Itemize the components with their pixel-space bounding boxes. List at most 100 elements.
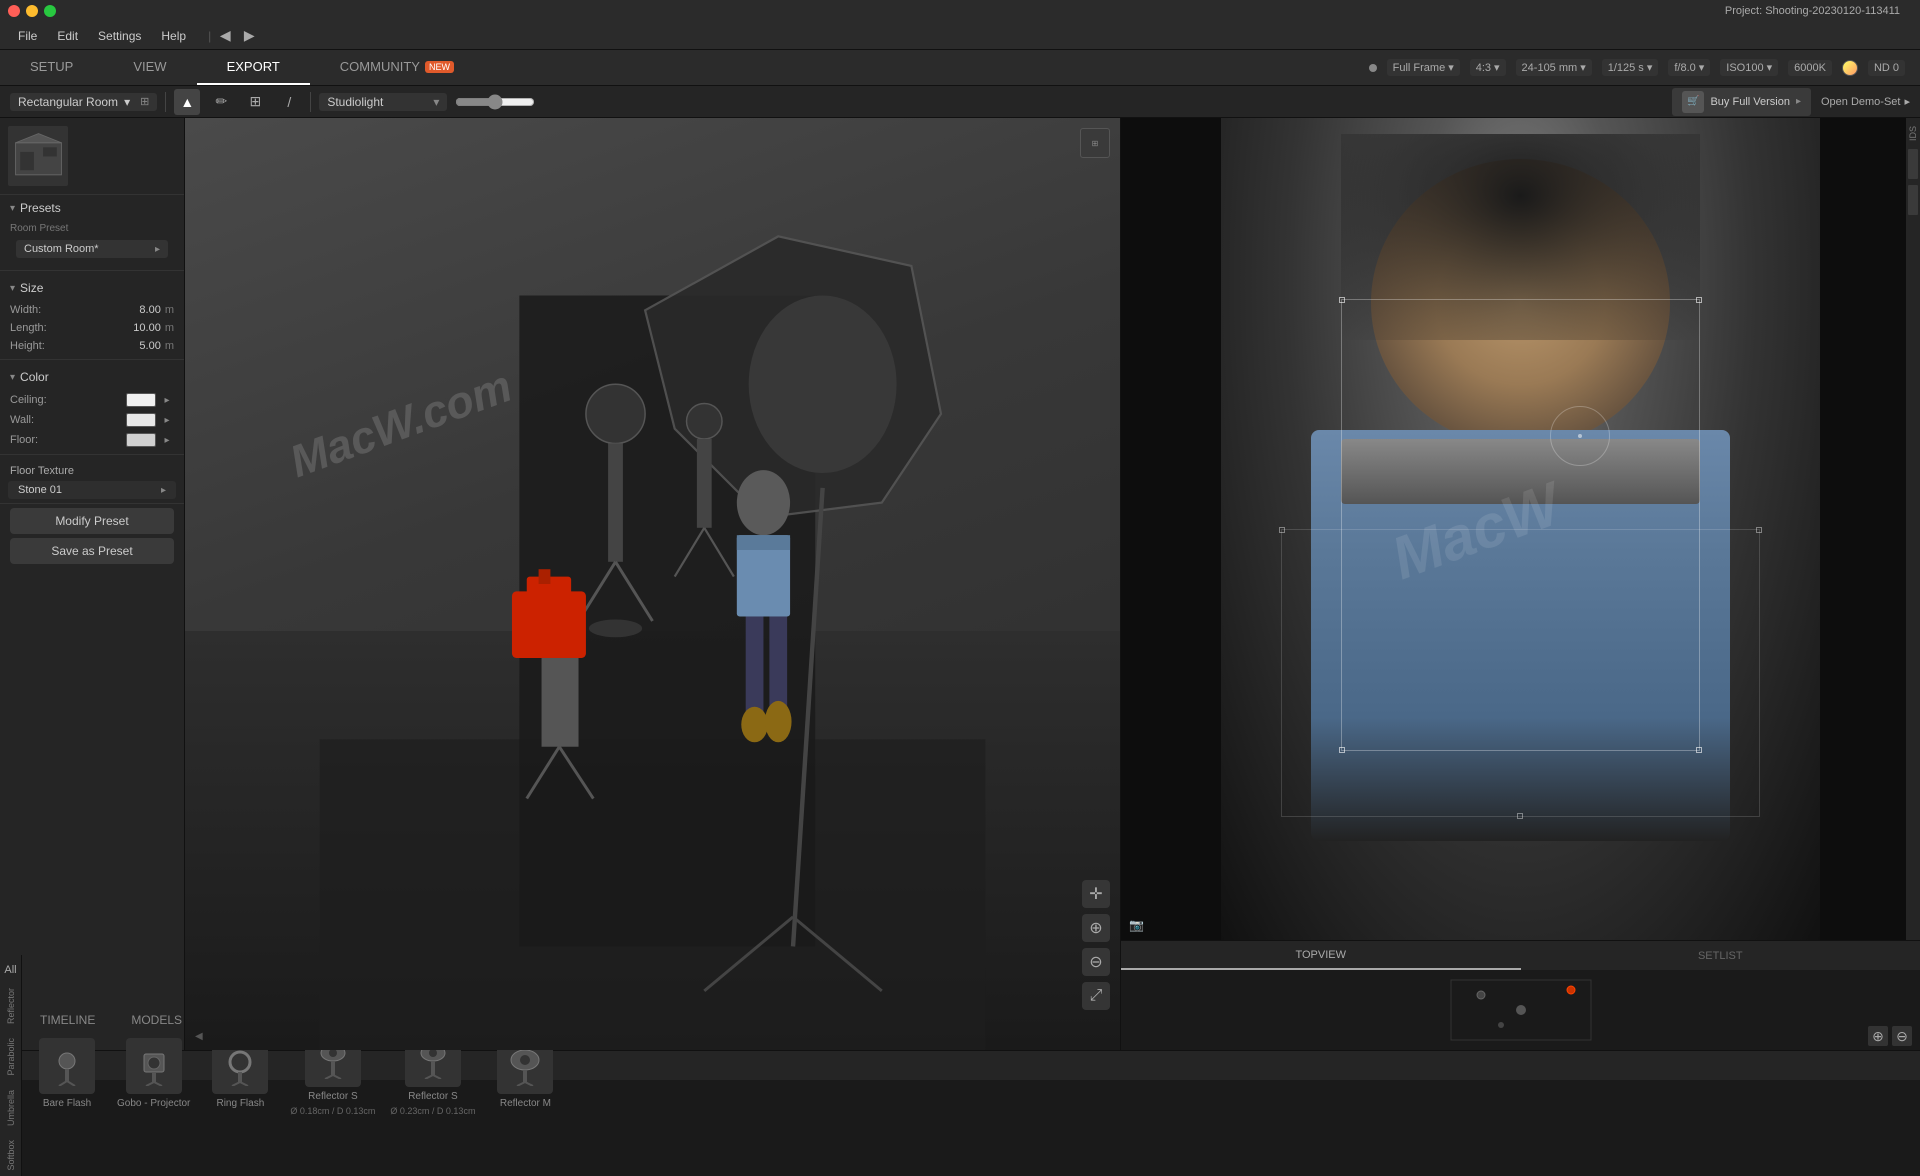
close-button[interactable] bbox=[8, 5, 20, 17]
separator-1 bbox=[165, 92, 166, 112]
light-intensity-slider[interactable] bbox=[455, 94, 535, 110]
length-row: Length: m bbox=[0, 319, 184, 337]
shutter-selector[interactable]: 1/125 s ▾ bbox=[1602, 59, 1659, 76]
ratio-selector[interactable]: 4:3 ▾ bbox=[1470, 59, 1506, 76]
filter-softbox[interactable]: Softbox bbox=[4, 1134, 18, 1176]
fit-view-button[interactable]: ⤢ bbox=[1082, 982, 1110, 1010]
save-as-preset-button[interactable]: Save as Preset bbox=[10, 538, 174, 564]
list-item[interactable]: Gobo - Projector bbox=[112, 1033, 195, 1114]
modify-preset-button[interactable]: Modify Preset bbox=[10, 508, 174, 534]
3d-viewport[interactable]: MacW.com ⊞ ✛ ⊕ ⊖ ⤢ ◀ bbox=[185, 118, 1120, 1050]
lens-selector[interactable]: 24-105 mm ▾ bbox=[1516, 59, 1592, 76]
select-tool[interactable]: ▲ bbox=[174, 89, 200, 115]
buy-section: 🛒 Buy Full Version ▸ Open Demo-Set ▸ bbox=[1672, 88, 1910, 116]
room-preset-dropdown[interactable]: Custom Room* ▸ bbox=[16, 240, 168, 258]
buy-icon: 🛒 bbox=[1682, 91, 1704, 113]
divider-1 bbox=[0, 270, 184, 271]
filter-parabolic[interactable]: Parabolic bbox=[4, 1032, 18, 1082]
bare-flash-thumb bbox=[39, 1038, 95, 1094]
right-tab-2[interactable] bbox=[1908, 185, 1918, 215]
length-input[interactable] bbox=[111, 322, 161, 334]
menu-file[interactable]: File bbox=[10, 26, 45, 46]
sel-handle-tl bbox=[1339, 297, 1345, 303]
presets-section-header[interactable]: ▾ Presets bbox=[0, 195, 184, 221]
nav-forward-button[interactable]: ▶ bbox=[239, 26, 259, 46]
window-controls bbox=[8, 5, 56, 17]
setlist-tab[interactable]: SETLIST bbox=[1521, 941, 1920, 970]
menubar: File Edit Settings Help | ◀ ▶ bbox=[0, 22, 1920, 50]
aperture-selector[interactable]: f/8.0 ▾ bbox=[1668, 59, 1710, 76]
selection-box-body bbox=[1281, 529, 1760, 817]
second-toolbar: Rectangular Room ▾ ⊞ ▲ ✏ ⊞ / Studiolight… bbox=[0, 86, 1920, 118]
ids-tab[interactable]: IDS bbox=[1907, 122, 1919, 145]
nd-selector[interactable]: ND 0 bbox=[1868, 60, 1905, 76]
floor-color-swatch[interactable] bbox=[126, 433, 156, 447]
height-row: Height: m bbox=[0, 337, 184, 355]
ceiling-color-row: Ceiling: ▸ bbox=[0, 390, 184, 410]
kelvin-selector[interactable]: 6000K bbox=[1788, 60, 1832, 76]
color-section-header[interactable]: ▾ Color bbox=[0, 364, 184, 390]
room-preset-label: Room Preset bbox=[8, 221, 176, 236]
list-item[interactable]: Bare Flash bbox=[27, 1033, 107, 1114]
scene-svg bbox=[185, 118, 1120, 1050]
viewport-controls: ✛ ⊕ ⊖ ⤢ bbox=[1082, 880, 1110, 1010]
filter-reflector[interactable]: Reflector bbox=[4, 982, 18, 1030]
rotate-view-button[interactable]: ✛ bbox=[1082, 880, 1110, 908]
room-selector[interactable]: Rectangular Room ▾ ⊞ bbox=[10, 93, 157, 111]
color-wheel-icon[interactable] bbox=[1842, 60, 1858, 76]
room-preview bbox=[0, 118, 184, 195]
ceiling-color-swatch[interactable] bbox=[126, 393, 156, 407]
tab-view[interactable]: VIEW bbox=[103, 50, 196, 85]
menu-help[interactable]: Help bbox=[153, 26, 194, 46]
sel-handle-body-tr bbox=[1756, 527, 1762, 533]
grid-tool[interactable]: ⊞ bbox=[242, 89, 268, 115]
tab-timeline[interactable]: TIMELINE bbox=[22, 1013, 113, 1029]
width-input[interactable] bbox=[111, 304, 161, 316]
viewport-bottom-label: ◀ bbox=[195, 1031, 203, 1042]
buy-full-version-btn[interactable]: 🛒 Buy Full Version ▸ bbox=[1672, 88, 1811, 116]
photo-panel: MacW 📷 IDS TOPVIEW SETLIST bbox=[1120, 118, 1920, 1050]
minimize-button[interactable] bbox=[26, 5, 38, 17]
camera-icon-overlay: 📷 bbox=[1129, 918, 1144, 932]
sel-handle-tr bbox=[1696, 297, 1702, 303]
camera-params-bar: Full Frame ▾ 4:3 ▾ 24-105 mm ▾ 1/125 s ▾… bbox=[1354, 50, 1920, 85]
height-input[interactable] bbox=[111, 340, 161, 352]
topview-area: ⊕ ⊖ bbox=[1121, 970, 1920, 1050]
slider-control bbox=[455, 94, 535, 110]
menu-settings[interactable]: Settings bbox=[90, 26, 149, 46]
filter-all[interactable]: All bbox=[0, 960, 20, 980]
divider-4 bbox=[0, 503, 184, 504]
tab-community[interactable]: COMMUNITY NEW bbox=[310, 50, 484, 85]
size-section-header[interactable]: ▾ Size bbox=[0, 275, 184, 301]
wall-color-swatch[interactable] bbox=[126, 413, 156, 427]
right-tab-1[interactable] bbox=[1908, 149, 1918, 179]
divider-3 bbox=[0, 454, 184, 455]
maximize-button[interactable] bbox=[44, 5, 56, 17]
ceiling-expand-btn[interactable]: ▸ bbox=[160, 393, 174, 407]
preset-selector[interactable]: Studiolight ▾ bbox=[319, 93, 447, 111]
zoom-minus-button[interactable]: ⊖ bbox=[1892, 1026, 1912, 1046]
floor-texture-selector[interactable]: Stone 01 ▸ bbox=[8, 481, 176, 499]
line-tool[interactable]: / bbox=[276, 89, 302, 115]
retouch-center bbox=[1578, 434, 1582, 438]
tab-export[interactable]: EXPORT bbox=[197, 50, 310, 85]
zoom-plus-button[interactable]: ⊕ bbox=[1868, 1026, 1888, 1046]
topview-tab[interactable]: TOPVIEW bbox=[1121, 941, 1521, 970]
room-thumb bbox=[8, 126, 68, 186]
zoom-view-button[interactable]: ⊖ bbox=[1082, 948, 1110, 976]
tab-setup[interactable]: SETUP bbox=[0, 50, 103, 85]
pan-view-button[interactable]: ⊕ bbox=[1082, 914, 1110, 942]
iso-selector[interactable]: ISO100 ▾ bbox=[1720, 59, 1778, 76]
wall-expand-btn[interactable]: ▸ bbox=[160, 413, 174, 427]
demo-set-button[interactable]: Open Demo-Set ▸ bbox=[1821, 95, 1910, 108]
nav-cube[interactable]: ⊞ bbox=[1080, 128, 1110, 158]
frame-selector[interactable]: Full Frame ▾ bbox=[1387, 59, 1460, 76]
status-dot bbox=[1369, 64, 1377, 72]
pen-tool[interactable]: ✏ bbox=[208, 89, 234, 115]
retouch-circle bbox=[1550, 406, 1610, 466]
menu-edit[interactable]: Edit bbox=[49, 26, 86, 46]
project-title: Project: Shooting-20230120-113411 bbox=[1725, 5, 1900, 17]
filter-umbrella[interactable]: Umbrella bbox=[4, 1084, 18, 1132]
floor-expand-btn[interactable]: ▸ bbox=[160, 433, 174, 447]
nav-back-button[interactable]: ◀ bbox=[215, 26, 235, 46]
